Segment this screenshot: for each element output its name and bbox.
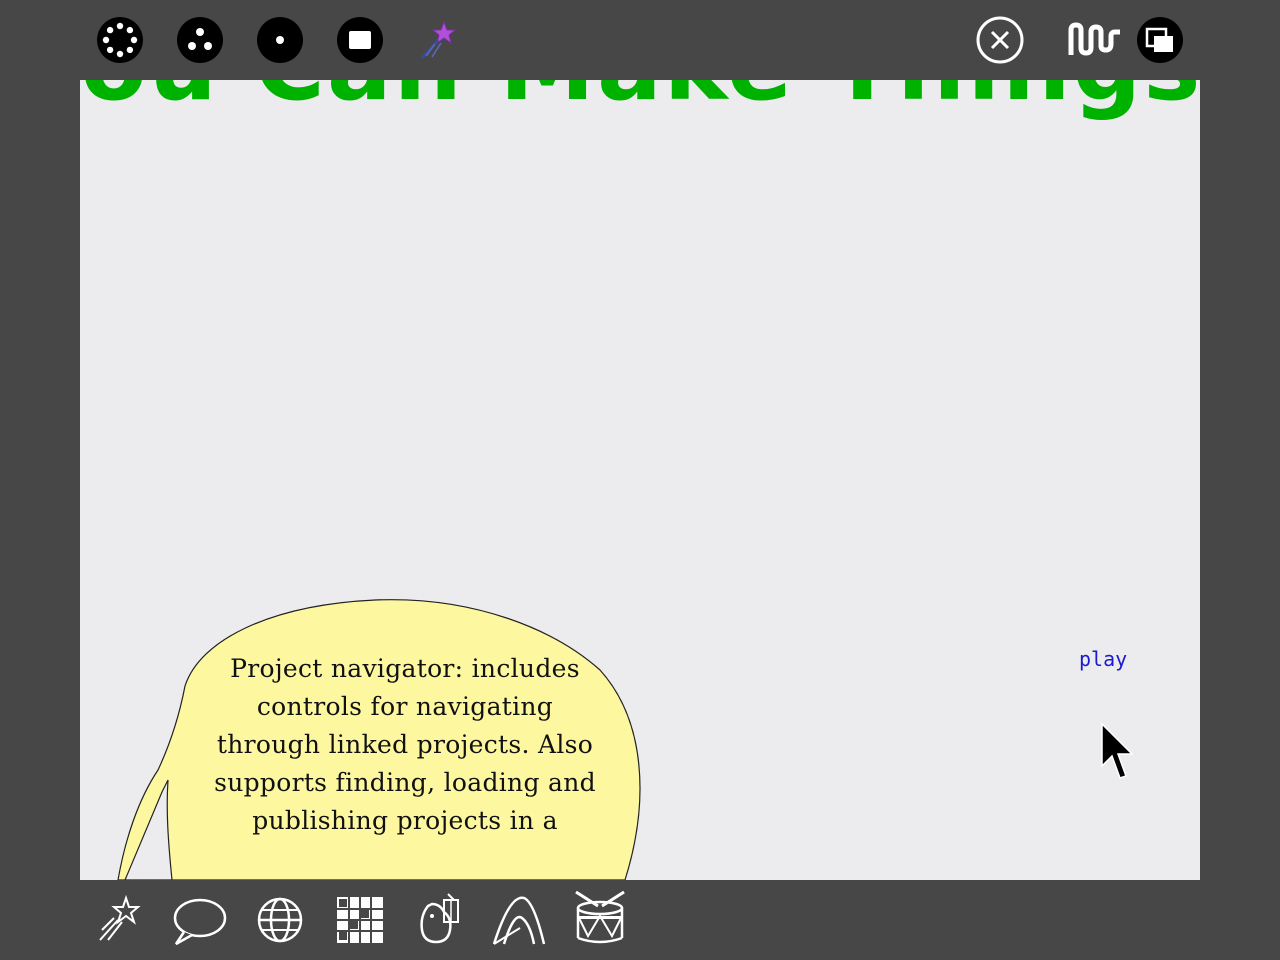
banner-title: You Can Make Things	[80, 80, 1200, 114]
square-icon[interactable]	[336, 16, 384, 64]
close-circle-icon[interactable]	[976, 16, 1024, 64]
squeak-world: You Can Make Things Project navigator: i…	[0, 0, 1280, 960]
play-link[interactable]: play	[1079, 647, 1127, 671]
windows-icon[interactable]	[1136, 16, 1184, 64]
mouse-cursor-icon	[1100, 722, 1134, 786]
globe-icon[interactable]	[256, 896, 304, 944]
wave-icon[interactable]	[1068, 22, 1122, 58]
curve-icon[interactable]	[490, 892, 548, 948]
project-canvas[interactable]: You Can Make Things Project navigator: i…	[80, 80, 1200, 880]
grid-icon[interactable]	[336, 896, 384, 944]
speech-bubble-icon[interactable]	[172, 896, 228, 946]
three-dots-icon[interactable]	[176, 16, 224, 64]
many-dots-icon[interactable]	[96, 16, 144, 64]
magic-wand-star-icon[interactable]	[416, 16, 464, 64]
balloon-text: Project navigator: includes controls for…	[214, 654, 596, 835]
one-dot-icon[interactable]	[256, 16, 304, 64]
drum-icon[interactable]	[572, 888, 628, 946]
shooting-star-icon[interactable]	[96, 894, 144, 944]
bird-cage-icon[interactable]	[414, 892, 466, 946]
